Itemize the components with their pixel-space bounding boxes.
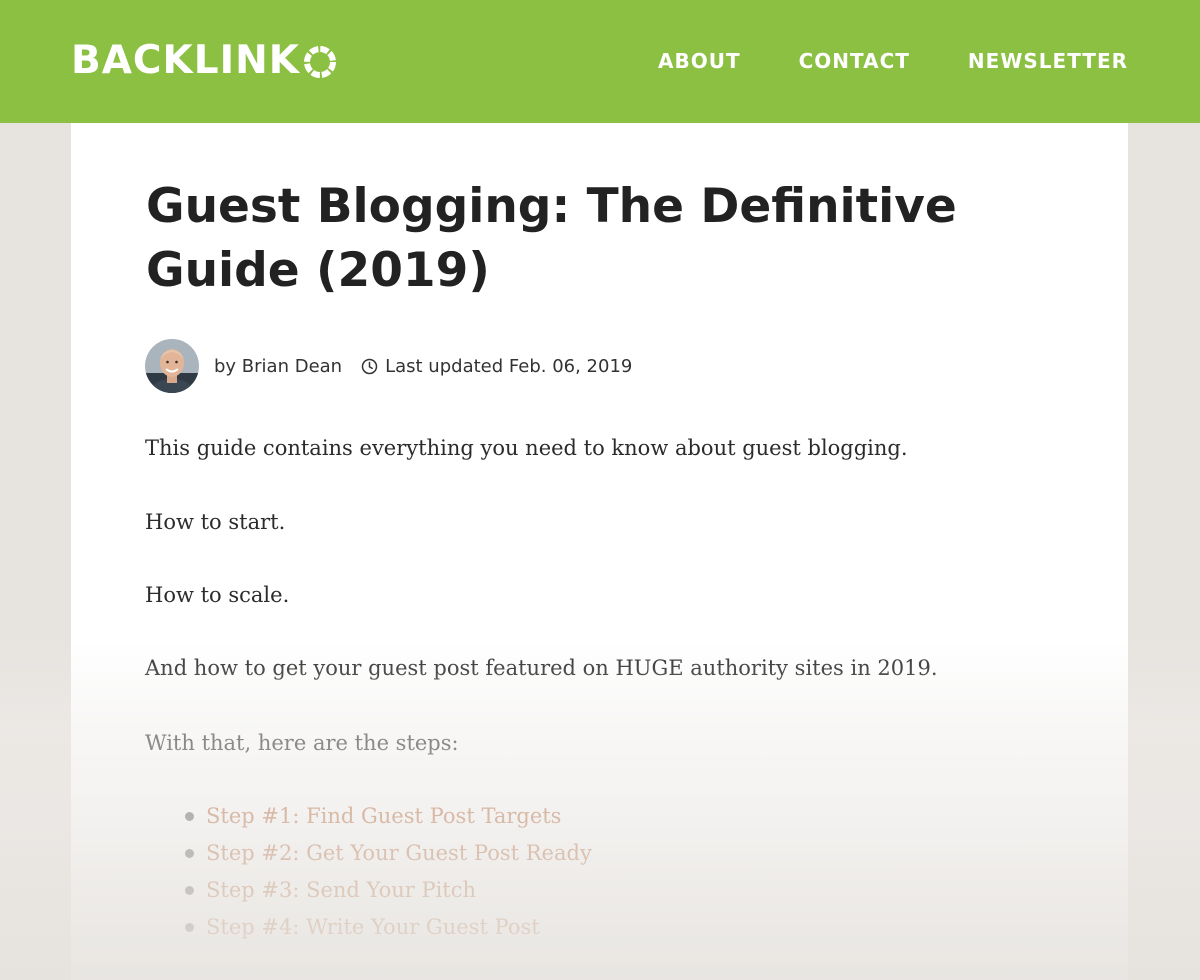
author-byline: by Brian Dean (214, 355, 343, 377)
logo-text: BACKLINK (71, 38, 300, 83)
clock-icon (361, 358, 378, 374)
list-item: Step #4: Write Your Guest Post (185, 912, 592, 949)
last-updated: Last updated Feb. 06, 2019 (361, 356, 632, 377)
site-header: BACKLINK ABOUT CONTACT NEWSLETTER (0, 0, 1200, 123)
step-2-link[interactable]: Step #2: Get Your Guest Post Ready (206, 841, 592, 865)
nav-contact[interactable]: CONTACT (799, 46, 910, 76)
paragraph-how-to-scale: How to scale. (145, 583, 290, 607)
bullet-icon (185, 923, 194, 932)
list-item: Step #2: Get Your Guest Post Ready (185, 838, 592, 875)
paragraph-how-to-start: How to start. (145, 510, 286, 534)
article-meta: by Brian Dean Last updated Feb. 06, 2019 (145, 339, 632, 393)
logo-o-circle-icon (303, 46, 336, 78)
step-4-link[interactable]: Step #4: Write Your Guest Post (206, 915, 540, 939)
article-card: Guest Blogging: The Definitive Guide (20… (71, 123, 1128, 980)
nav-newsletter[interactable]: NEWSLETTER (968, 46, 1128, 76)
nav-about[interactable]: ABOUT (658, 46, 741, 76)
last-updated-text: Last updated Feb. 06, 2019 (385, 355, 633, 377)
author-avatar (145, 339, 199, 393)
list-item: Step #1: Find Guest Post Targets (185, 801, 592, 838)
steps-list: Step #1: Find Guest Post Targets Step #2… (185, 801, 592, 949)
backlinko-logo[interactable]: BACKLINK (71, 37, 337, 85)
intro-paragraph: This guide contains everything you need … (145, 436, 908, 460)
bullet-icon (185, 886, 194, 895)
main-nav: ABOUT CONTACT NEWSLETTER (658, 46, 1128, 76)
paragraph-authority-sites: And how to get your guest post featured … (145, 656, 938, 680)
paragraph-steps-intro: With that, here are the steps: (145, 731, 459, 755)
article-title: Guest Blogging: The Definitive Guide (20… (146, 179, 957, 298)
step-1-link[interactable]: Step #1: Find Guest Post Targets (206, 804, 561, 828)
step-3-link[interactable]: Step #3: Send Your Pitch (206, 878, 476, 902)
bullet-icon (185, 849, 194, 858)
bullet-icon (185, 812, 194, 821)
list-item: Step #3: Send Your Pitch (185, 875, 592, 912)
